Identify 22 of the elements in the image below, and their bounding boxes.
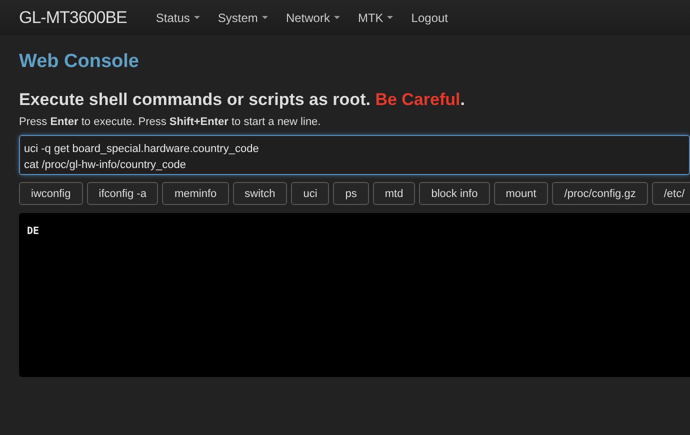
- command-button[interactable]: mtd: [372, 182, 416, 205]
- command-button[interactable]: mount: [494, 182, 548, 205]
- command-button[interactable]: uci: [291, 182, 330, 205]
- brand-name: GL-MT3600BE: [19, 8, 127, 28]
- command-button[interactable]: ifconfig -a: [86, 182, 158, 205]
- nav-menu-item[interactable]: Network: [276, 10, 349, 24]
- command-button[interactable]: /etc/: [652, 182, 690, 205]
- nav-menu-item[interactable]: MTK: [348, 10, 402, 24]
- console-output: DE: [19, 213, 690, 377]
- command-input[interactable]: uci -q get board_special.hardware.country_code cat /proc/gl-hw-info/country_code: [19, 135, 690, 175]
- nav-menu-item[interactable]: Logout: [402, 10, 457, 24]
- hint-text: Press Enter to execute. Press Shift+Enter to start a new line.: [19, 116, 322, 128]
- command-button[interactable]: iwconfig: [19, 182, 83, 205]
- command-button[interactable]: /proc/config.gz: [552, 182, 648, 205]
- nav-menu-item[interactable]: System: [208, 10, 277, 24]
- heading: Execute shell commands or scripts as root. Be Careful.: [19, 90, 466, 110]
- nav-menu-item[interactable]: Status: [146, 10, 209, 24]
- command-button[interactable]: switch: [232, 182, 288, 205]
- command-button[interactable]: meminfo: [162, 182, 229, 205]
- command-button[interactable]: block info: [419, 182, 490, 205]
- page-title: Web Console: [19, 51, 140, 73]
- command-button[interactable]: ps: [333, 182, 369, 205]
